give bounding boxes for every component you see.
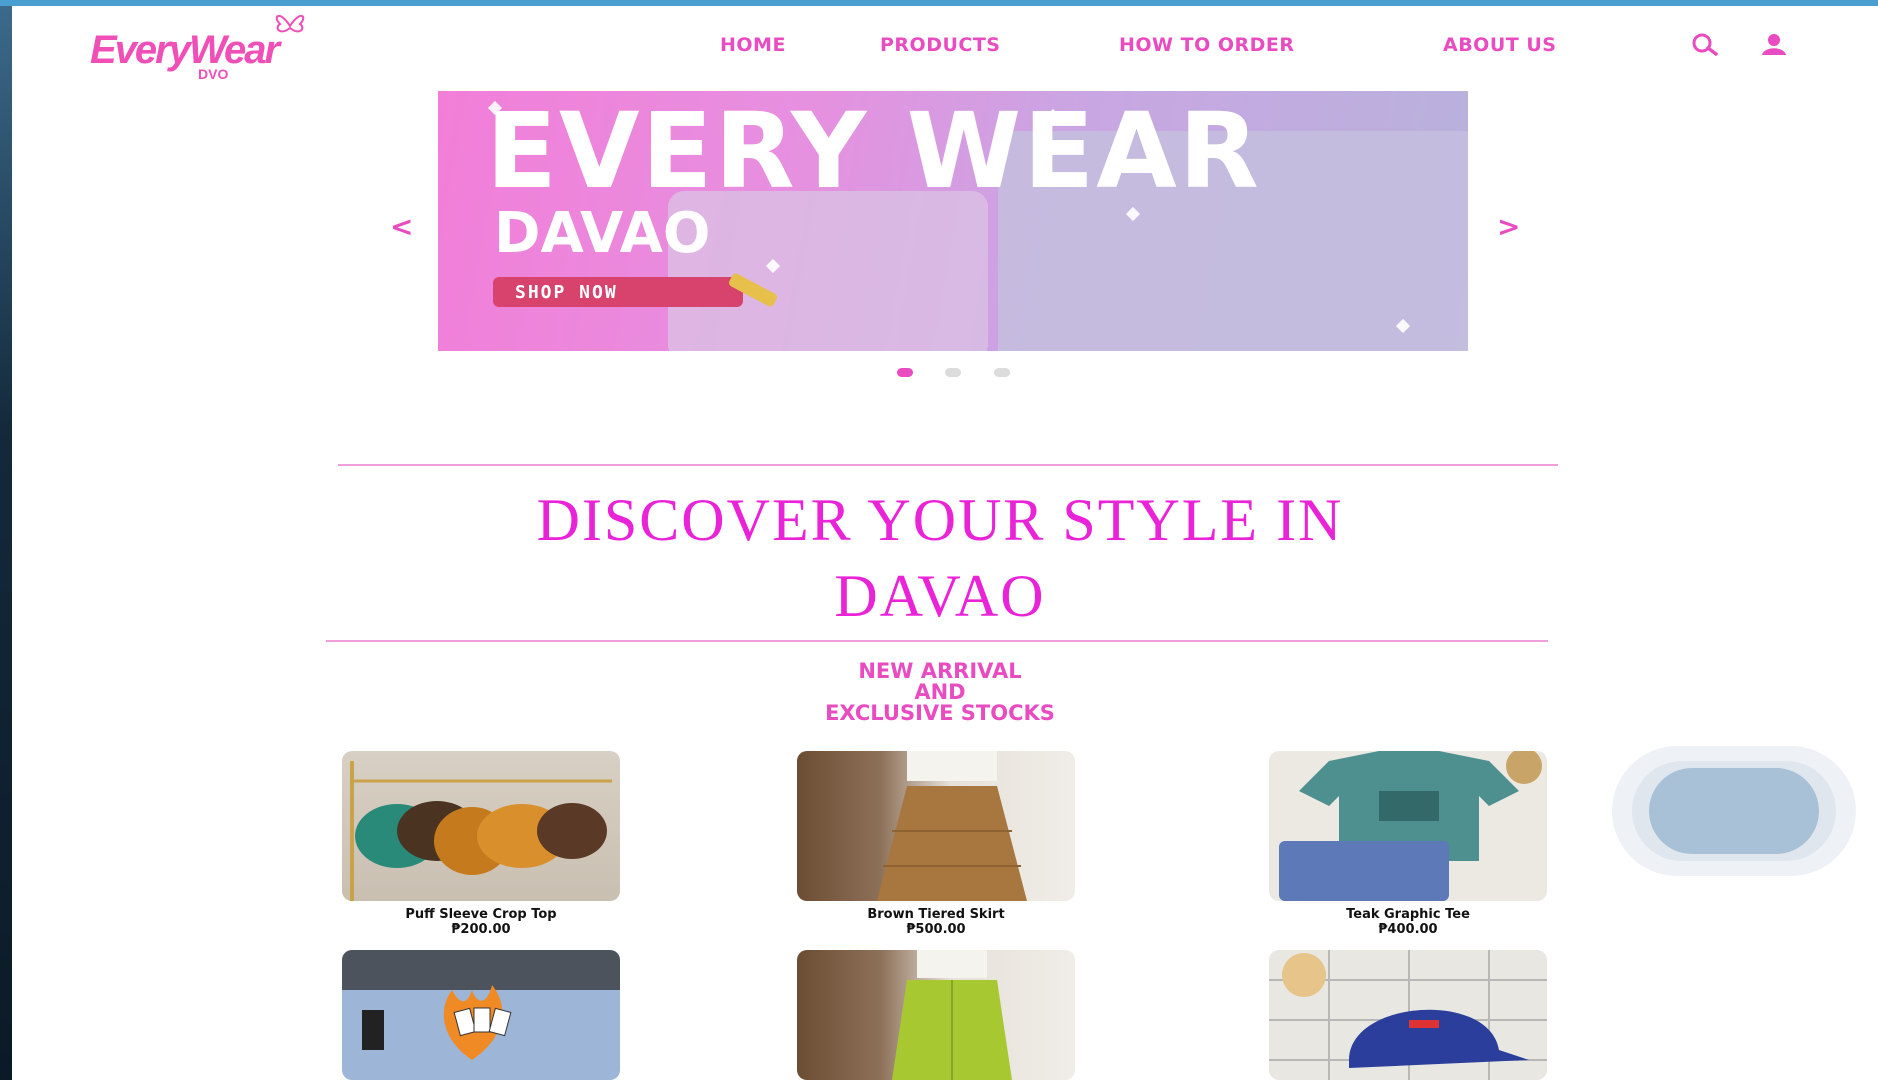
product-image[interactable] [1269,751,1547,901]
user-icon [1762,34,1786,55]
search-button[interactable] [1685,30,1725,60]
hero-title: EVERY WEAR [486,91,1261,212]
brand-name: EveryWear [90,28,280,72]
product-price: ₱500.00 [906,922,966,937]
product-price: ₱200.00 [451,922,511,937]
product-image[interactable] [797,751,1075,901]
nav-home[interactable]: HOME [720,34,786,56]
headline-line-1: DISCOVER YOUR STYLE IN [536,487,1344,553]
banner-shirt-image [668,191,988,351]
product-image[interactable] [1269,950,1547,1080]
section-subheading: NEW ARRIVAL AND EXCLUSIVE STOCKS [700,661,1180,724]
product-image[interactable] [797,950,1075,1080]
shop-now-button[interactable]: SHOP NOW [493,277,743,307]
section-headline: DISCOVER YOUR STYLE IN DAVAO [300,482,1580,634]
headline-line-2: DAVAO [834,563,1046,629]
floating-action-button[interactable] [1612,746,1856,876]
carousel-dot-1[interactable] [897,368,913,377]
brand-sub: DVO [198,66,229,82]
floating-button-core [1649,768,1819,854]
product-image[interactable] [342,950,620,1080]
hero-carousel[interactable]: EVERY WEAR DAVAO SHOP NOW [438,91,1468,351]
product-name[interactable]: Teak Graphic Tee [1249,907,1567,922]
hero-subtitle: DAVAO [494,201,711,266]
crop-top-photo [350,761,612,901]
product-price: ₱400.00 [1378,922,1438,937]
brand-logo[interactable]: EveryWear DVO [90,15,370,82]
carousel-dot-3[interactable] [994,368,1010,377]
floating-button-ring [1632,761,1836,861]
product-name[interactable]: Puff Sleeve Crop Top [322,907,640,922]
section-divider-top [338,464,1558,466]
browser-top-strip [0,0,1878,6]
carousel-prev-arrow[interactable]: < [390,210,413,243]
window-left-edge [0,6,12,1080]
tiered-skirt-photo [877,751,1027,901]
nav-how-to-order[interactable]: HOW TO ORDER [1119,34,1295,56]
account-button[interactable] [1754,30,1794,60]
nav-products[interactable]: PRODUCTS [880,34,1001,56]
graphic-tee-photo [1279,751,1542,901]
carousel-dot-2[interactable] [945,368,961,377]
cap-photo [1269,950,1547,1080]
carousel-next-arrow[interactable]: > [1497,210,1520,243]
search-icon [1692,33,1718,56]
subhead-line-2: AND [914,680,966,704]
flame-cards-tee-photo [342,950,620,1060]
nav-about-us[interactable]: ABOUT US [1443,34,1556,56]
subhead-line-1: NEW ARRIVAL [858,659,1022,683]
product-name[interactable]: Brown Tiered Skirt [777,907,1095,922]
subhead-line-3: EXCLUSIVE STOCKS [825,701,1055,725]
section-divider-bottom [326,640,1548,642]
cargo-pants-photo [892,950,1012,1080]
product-image[interactable] [342,751,620,901]
